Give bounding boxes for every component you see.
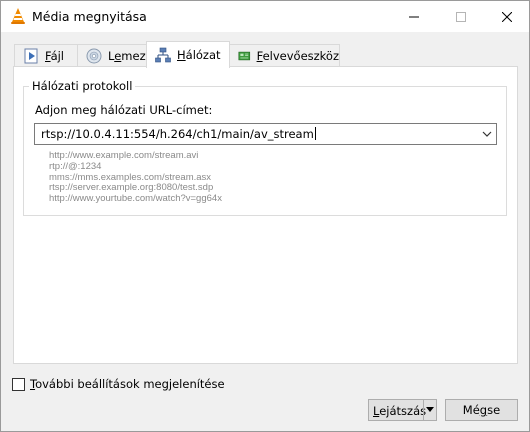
tab-file[interactable]: Fájl [14, 44, 78, 67]
maximize-icon [456, 11, 466, 22]
show-more-options-label: További beállítások megjelenítése [30, 377, 225, 391]
vlc-cone-icon [11, 8, 25, 24]
cancel-button-label: Mégse [462, 403, 501, 417]
network-tab-panel: Hálózati protokoll Adjon meg hálózati UR… [13, 66, 518, 364]
url-example: http://www.yourtube.com/watch?v=gg64x [49, 193, 222, 205]
minimize-button[interactable] [391, 1, 437, 32]
network-protocol-group: Hálózati protokoll Adjon meg hálózati UR… [23, 79, 507, 216]
minimize-icon [409, 16, 419, 17]
tab-network[interactable]: Hálózat [146, 41, 230, 68]
text-caret [314, 127, 316, 140]
title-bar: Média megnyitása [1, 1, 529, 32]
play-button[interactable]: Lejátszás [373, 404, 426, 418]
tab-file-label: Fájl [45, 49, 64, 63]
group-title: Hálózati protokoll [29, 79, 136, 93]
cancel-button[interactable]: Mégse [445, 399, 518, 421]
network-url-input[interactable]: rtsp://10.0.4.11:554/h.264/ch1/main/av_s… [41, 127, 316, 141]
tab-disc-label: Lemez [108, 49, 146, 63]
disc-icon [86, 48, 102, 64]
network-url-combobox[interactable]: rtsp://10.0.4.11:554/h.264/ch1/main/av_s… [34, 123, 497, 145]
play-split-button: Lejátszás [368, 399, 437, 421]
network-icon [155, 47, 171, 63]
window-title: Média megnyitása [32, 9, 147, 24]
open-media-dialog: Média megnyitása Fájl Lemez Hálózat Felv… [0, 0, 530, 432]
tab-network-label: Hálózat [177, 48, 221, 62]
url-examples-list: http://www.example.com/stream.avi rtp://… [49, 150, 222, 205]
tab-capture-device[interactable]: Felvevőeszköz [229, 44, 340, 67]
show-more-options-checkbox[interactable] [12, 377, 25, 391]
url-example: rtp://@:1234 [49, 160, 102, 172]
url-label: Adjon meg hálózati URL-címet: [35, 103, 213, 117]
capture-device-icon [238, 51, 251, 61]
show-more-options[interactable]: További beállítások megjelenítése [12, 377, 225, 391]
chevron-down-icon[interactable] [482, 129, 492, 139]
close-button[interactable] [484, 1, 530, 32]
tab-disc[interactable]: Lemez [77, 44, 147, 67]
tab-capture-device-label: Felvevőeszköz [256, 49, 339, 63]
dropdown-arrow-icon[interactable] [426, 407, 434, 413]
maximize-button[interactable] [438, 1, 484, 32]
close-icon [502, 11, 512, 22]
file-icon [24, 48, 38, 64]
split-divider [423, 400, 424, 420]
